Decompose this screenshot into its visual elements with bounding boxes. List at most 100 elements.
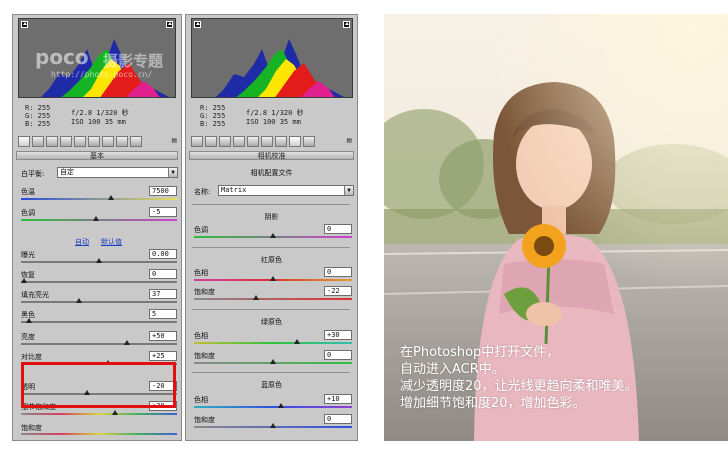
exif-aperture-shutter: f/2.8 1/320 秒 <box>71 109 129 117</box>
blacks-input[interactable]: 5 <box>149 309 177 319</box>
exposure-row: 曝光 0.00 <box>21 249 177 266</box>
b-readout: B: 255 <box>25 120 51 128</box>
tab-tone-curve[interactable] <box>205 136 217 147</box>
caption-line-4: 增加细节饱和度20，增加色彩。 <box>400 396 586 411</box>
blue-hue-input[interactable]: +10 <box>324 394 352 404</box>
auto-link[interactable]: 自动 <box>75 237 89 247</box>
shadows-tint-slider-thumb[interactable] <box>270 233 276 238</box>
divider <box>192 372 350 373</box>
tab-detail[interactable] <box>219 136 231 147</box>
green-hue-input[interactable]: +30 <box>324 330 352 340</box>
fill-light-track[interactable] <box>21 301 177 303</box>
blue-saturation-input[interactable]: 0 <box>324 414 352 424</box>
highlight-clip-icon[interactable] <box>343 21 350 28</box>
tint-track[interactable] <box>21 219 177 221</box>
profile-select[interactable]: Matrix ▼ <box>218 185 354 196</box>
shadow-clip-icon[interactable] <box>194 21 201 28</box>
shadows-heading: 阴影 <box>264 213 279 221</box>
blue-hue-track[interactable] <box>194 406 352 408</box>
r-readout: R: 255 <box>200 104 226 112</box>
red-primary-heading: 红原色 <box>261 256 282 264</box>
green-primary-heading: 绿原色 <box>261 318 282 326</box>
fill-light-input[interactable]: 37 <box>149 289 177 299</box>
exif-iso-focal: ISO 100 35 mm <box>246 118 301 126</box>
contrast-input[interactable]: +25 <box>149 351 177 361</box>
red-hue-label: 色相 <box>194 269 208 277</box>
caption-line-3: 减少透明度20，让光线更趋向柔和唯美。 <box>400 379 638 394</box>
temperature-track[interactable] <box>21 198 177 200</box>
saturation-track[interactable] <box>21 433 177 435</box>
temperature-slider-thumb[interactable] <box>108 195 115 200</box>
panel-menu-icon[interactable]: ▤ <box>171 137 177 145</box>
section-title: 相机校准 <box>189 151 354 160</box>
red-saturation-slider-thumb[interactable] <box>252 295 259 300</box>
brightness-slider-thumb[interactable] <box>124 340 131 345</box>
blue-hue-label: 色相 <box>194 396 208 404</box>
green-saturation-input[interactable]: 0 <box>324 350 352 360</box>
tint-input[interactable]: -5 <box>149 207 177 217</box>
temperature-label: 色温 <box>21 188 35 196</box>
tab-hsl[interactable] <box>60 136 72 147</box>
vibrance-slider-thumb[interactable] <box>111 410 118 415</box>
panel-menu-icon[interactable]: ▤ <box>346 137 352 145</box>
tab-basic[interactable] <box>18 136 30 147</box>
panel-menu[interactable]: ▤ <box>121 137 179 146</box>
white-balance-row: 白平衡: 自定 ▼ <box>21 167 178 183</box>
tab-effects[interactable] <box>102 136 114 147</box>
tint-row: 色调 -5 <box>21 207 177 224</box>
blue-hue-slider-thumb[interactable] <box>277 403 284 408</box>
red-saturation-row: 饱和度 -22 <box>194 286 352 303</box>
tab-split-toning[interactable] <box>74 136 86 147</box>
chevron-down-icon: ▼ <box>168 168 177 177</box>
rgb-readout: R: 255 G: 255 B: 255 <box>200 104 230 128</box>
recovery-input[interactable]: 0 <box>149 269 177 279</box>
blue-saturation-label: 饱和度 <box>194 416 215 424</box>
exposure-label: 曝光 <box>21 251 35 259</box>
green-hue-track[interactable] <box>194 342 352 344</box>
watermark-title: 摄影专题 <box>103 52 164 70</box>
tab-hsl[interactable] <box>233 136 245 147</box>
tab-split-toning[interactable] <box>247 136 259 147</box>
default-link[interactable]: 默认值 <box>101 237 122 247</box>
exposure-slider-thumb[interactable] <box>96 258 102 263</box>
highlight-clip-icon[interactable] <box>166 21 173 28</box>
tab-effects[interactable] <box>275 136 287 147</box>
red-hue-row: 色相 0 <box>194 267 352 284</box>
temperature-input[interactable]: 7500 <box>149 186 177 196</box>
tab-basic[interactable] <box>191 136 203 147</box>
red-hue-slider-thumb[interactable] <box>270 276 276 281</box>
tab-tone-curve[interactable] <box>32 136 44 147</box>
caption-line-1: 在Photoshop中打开文件， <box>400 345 560 360</box>
tab-lens[interactable] <box>261 136 273 147</box>
exposure-input[interactable]: 0.00 <box>149 249 177 259</box>
blacks-slider-thumb[interactable] <box>25 318 32 323</box>
green-saturation-slider-thumb[interactable] <box>270 359 276 364</box>
blacks-track[interactable] <box>21 321 177 323</box>
contrast-label: 对比度 <box>21 353 42 361</box>
blacks-row: 黑色 5 <box>21 309 177 326</box>
shadows-tint-input[interactable]: 0 <box>324 224 352 234</box>
recovery-slider-thumb[interactable] <box>21 278 28 283</box>
tint-label: 色调 <box>21 209 35 217</box>
exif-aperture-shutter: f/2.8 1/320 秒 <box>246 109 304 117</box>
red-saturation-track[interactable] <box>194 298 352 300</box>
vibrance-track[interactable] <box>21 413 177 415</box>
shadow-clip-icon[interactable] <box>21 21 28 28</box>
tint-slider-thumb[interactable] <box>92 216 99 221</box>
green-hue-row: 色相 +30 <box>194 330 352 347</box>
tab-detail[interactable] <box>46 136 58 147</box>
fill-light-slider-thumb[interactable] <box>75 298 82 303</box>
green-hue-slider-thumb[interactable] <box>293 339 300 344</box>
brightness-track[interactable] <box>21 343 177 345</box>
blue-saturation-slider-thumb[interactable] <box>270 423 276 428</box>
brightness-input[interactable]: +50 <box>149 331 177 341</box>
white-balance-select[interactable]: 自定 ▼ <box>57 167 178 178</box>
acr-calibration-panel: R: 255 G: 255 B: 255 f/2.8 1/320 秒 ISO 1… <box>185 14 358 441</box>
blue-saturation-row: 饱和度 0 <box>194 414 352 431</box>
red-hue-input[interactable]: 0 <box>324 267 352 277</box>
red-saturation-input[interactable]: -22 <box>324 286 352 296</box>
tab-lens[interactable] <box>88 136 100 147</box>
brightness-row: 亮度 +50 <box>21 331 177 348</box>
panel-menu[interactable]: ▤ <box>296 137 354 146</box>
recovery-track[interactable] <box>21 281 177 283</box>
